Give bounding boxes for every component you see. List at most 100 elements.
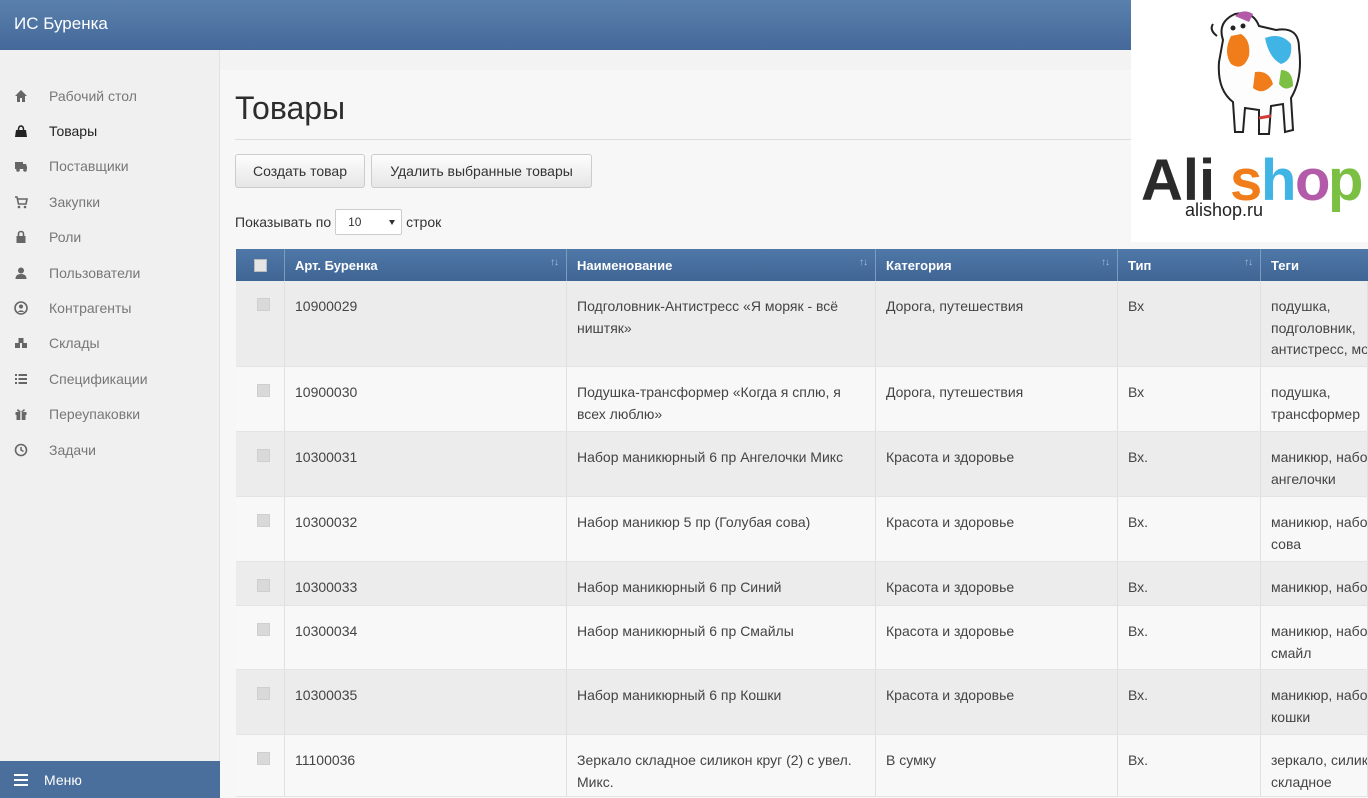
table-row[interactable]: 10900030 Подушка-трансформер «Когда я спл… (236, 367, 1368, 432)
tag-line: кошки (1271, 708, 1311, 725)
row-checkbox[interactable] (257, 514, 270, 527)
row-select-cell (236, 432, 285, 496)
cell-category: Красота и здоровье (876, 432, 1118, 496)
cell-name: Подголовник-Антистресс «Я моряк - всё ни… (567, 281, 876, 366)
sidebar-item-roles[interactable]: Роли (0, 220, 220, 255)
select-all-cell (236, 249, 285, 281)
cell-type: Вх. (1118, 562, 1261, 605)
sidebar-item-desktop[interactable]: Рабочий стол (0, 78, 220, 113)
tag-line: трансформер (1271, 405, 1361, 422)
page-size-select[interactable]: 10 (335, 209, 403, 235)
page-size-value: 10 (348, 215, 362, 229)
row-checkbox[interactable] (257, 752, 270, 765)
cell-category: Дорога, путешествия (876, 367, 1118, 431)
column-header-name-label: Наименование (577, 257, 673, 273)
row-select-cell (236, 606, 285, 669)
table-row[interactable]: 10300035 Набор маникюрный 6 пр Кошки Красо… (236, 670, 1368, 735)
tag-line: антистресс, мо (1271, 341, 1368, 357)
sidebar-item-label: Рабочий стол (49, 87, 137, 104)
cell-name: Зеркало складное силикон круг (2) с увел… (567, 735, 876, 796)
sidebar: Рабочий стол Товары Поставщики Закупки Роли П… (0, 50, 220, 798)
delete-selected-button[interactable]: Удалить выбранные товары (371, 154, 592, 188)
logo-url: alishop.ru (1185, 200, 1263, 220)
shopping-bag-icon (13, 123, 29, 139)
tag-line: маникюр, набо (1271, 687, 1368, 703)
sidebar-item-suppliers[interactable]: Поставщики (0, 149, 220, 184)
cell-type: Вх (1118, 281, 1261, 366)
cell-category: Красота и здоровье (876, 606, 1118, 669)
cell-type: Вх. (1118, 497, 1261, 561)
sidebar-item-tasks[interactable]: Задачи (0, 432, 220, 467)
sidebar-item-label: Контрагенты (49, 300, 132, 317)
logo-text-shop-p: p (1328, 148, 1363, 213)
show-prefix-label: Показывать по (235, 214, 332, 230)
cell-tags: маникюр, набо смайл (1261, 606, 1368, 669)
row-checkbox[interactable] (257, 298, 270, 311)
menu-toggle-button[interactable]: Меню (0, 761, 220, 798)
column-header-category[interactable]: Категория ↑↓ (876, 249, 1118, 281)
sidebar-item-specifications[interactable]: Спецификации (0, 361, 220, 396)
sidebar-item-label: Поставщики (49, 158, 129, 175)
caret-down-icon (389, 220, 396, 225)
table-row[interactable]: 10300032 Набор маникюр 5 пр (Голубая сова… (236, 497, 1368, 562)
logo-text-shop-o: o (1295, 148, 1330, 213)
column-header-name[interactable]: Наименование ↑↓ (567, 249, 876, 281)
cell-tags: маникюр, набо ангелочки (1261, 432, 1368, 496)
cell-art: 11100036 (285, 735, 567, 796)
sidebar-item-counterparties[interactable]: Контрагенты (0, 290, 220, 325)
sidebar-item-label: Товары (49, 123, 98, 140)
cell-category: Красота и здоровье (876, 670, 1118, 734)
row-checkbox[interactable] (257, 579, 270, 592)
cell-name: Набор маникюрный 6 пр Смайлы (567, 606, 876, 669)
table-body: 10900029 Подголовник-Антистресс «Я моряк … (236, 281, 1368, 797)
table-header: Арт. Буренка ↑↓ Наименование ↑↓ Категория ↑… (236, 249, 1368, 281)
table-row[interactable]: 11100036 Зеркало складное силикон круг (2… (236, 735, 1368, 797)
sidebar-item-repackaging[interactable]: Переупаковки (0, 397, 220, 432)
gift-icon (13, 406, 29, 422)
cell-name: Подушка-трансформер «Когда я сплю, я все… (567, 367, 876, 431)
sort-icon: ↑↓ (1101, 257, 1110, 268)
hamburger-icon (14, 773, 28, 786)
products-table: Арт. Буренка ↑↓ Наименование ↑↓ Категория ↑… (236, 249, 1368, 797)
column-header-type-label: Тип (1128, 257, 1152, 273)
table-row[interactable]: 10900029 Подголовник-Антистресс «Я моряк … (236, 281, 1368, 367)
contact-icon (13, 300, 29, 316)
cell-name: Набор маникюрный 6 пр Синий (567, 562, 876, 605)
cell-name: Набор маникюр 5 пр (Голубая сова) (567, 497, 876, 561)
cell-tags: подушка, трансформер (1261, 367, 1368, 431)
cell-tags: маникюр, набо (1261, 562, 1368, 605)
sidebar-item-purchases[interactable]: Закупки (0, 184, 220, 219)
sidebar-item-products[interactable]: Товары (0, 113, 220, 148)
page-size-control: Показывать по 10 строк (235, 209, 441, 235)
table-row[interactable]: 10300031 Набор маникюрный 6 пр Ангелочки … (236, 432, 1368, 497)
row-checkbox[interactable] (257, 384, 270, 397)
sidebar-item-label: Спецификации (49, 370, 148, 387)
sidebar-item-users[interactable]: Пользователи (0, 255, 220, 290)
page-title: Товары (235, 90, 346, 126)
table-row[interactable]: 10300034 Набор маникюрный 6 пр Смайлы Крас… (236, 606, 1368, 670)
table-row[interactable]: 10300033 Набор маникюрный 6 пр Синий Красо… (236, 562, 1368, 606)
sidebar-item-warehouses[interactable]: Склады (0, 326, 220, 361)
column-header-tags[interactable]: Теги (1261, 249, 1368, 281)
select-all-checkbox[interactable] (254, 258, 267, 272)
app-title[interactable]: ИС Буренка (14, 14, 108, 34)
row-checkbox[interactable] (257, 449, 270, 462)
column-header-tags-label: Теги (1271, 257, 1299, 273)
row-checkbox[interactable] (257, 687, 270, 700)
tag-line: маникюр, набо (1271, 579, 1368, 595)
cell-type: Вх. (1118, 606, 1261, 669)
column-header-art[interactable]: Арт. Буренка ↑↓ (285, 249, 567, 281)
alishop-logo: Ali s h o p alishop.ru (1131, 0, 1368, 242)
logo-text-shop-h: h (1261, 148, 1296, 213)
cell-type: Вх. (1118, 670, 1261, 734)
row-checkbox[interactable] (257, 623, 270, 636)
menu-label: Меню (44, 771, 82, 788)
row-select-cell (236, 281, 285, 366)
cell-category: В сумку (876, 735, 1118, 796)
column-header-type[interactable]: Тип ↑↓ (1118, 249, 1261, 281)
cow-illustration (1210, 11, 1301, 135)
cell-tags: зеркало, силик складное (1261, 735, 1368, 796)
create-product-button[interactable]: Создать товар (235, 154, 365, 188)
row-select-cell (236, 735, 285, 796)
sort-icon: ↑↓ (1244, 257, 1253, 268)
